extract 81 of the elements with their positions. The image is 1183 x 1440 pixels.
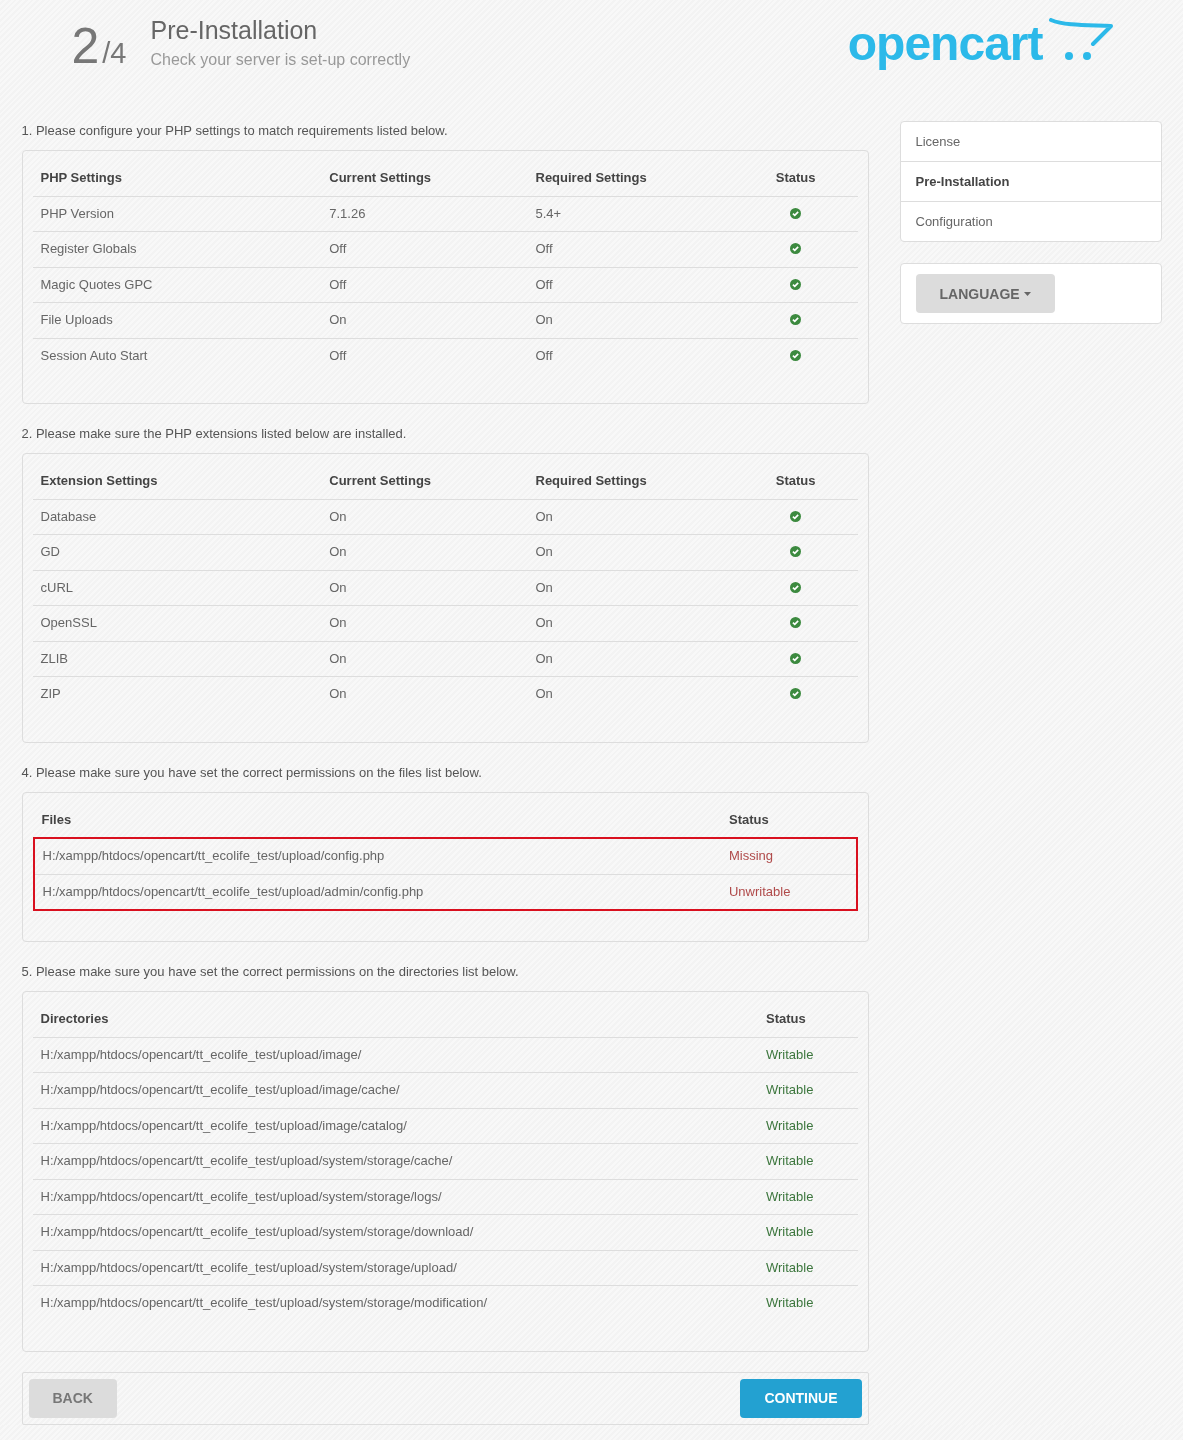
column-header: Required Settings [527, 161, 734, 196]
table-cell: On [527, 499, 734, 535]
table-cell: H:/xampp/htdocs/opencart/tt_ecolife_test/upload/system/storage/upload/ [32, 1250, 758, 1286]
column-header: Directories [32, 1002, 758, 1037]
table-cell: H:/xampp/htdocs/opencart/tt_ecolife_test/upload/image/ [32, 1037, 758, 1073]
status-label: Writable [765, 1153, 814, 1168]
column-header: Current Settings [321, 161, 528, 196]
table-cell: On [321, 641, 528, 677]
table-cell: cURL [32, 570, 322, 606]
table-cell: On [321, 302, 528, 338]
table-cell: On [527, 605, 734, 641]
instruction-text: 5. Please make sure you have set the correct permissions on the directories list below. [21, 963, 520, 981]
table-cell: H:/xampp/htdocs/opencart/tt_ecolife_test/upload/image/cache/ [32, 1072, 758, 1108]
table-cell: On [527, 570, 734, 606]
table-cell: On [321, 570, 528, 606]
table-cell: ZLIB [32, 641, 322, 677]
column-header: Status [721, 802, 857, 838]
column-header: Extension Settings [32, 464, 322, 499]
table-cell: H:/xampp/htdocs/opencart/tt_ecolife_test/upload/system/storage/logs/ [32, 1179, 758, 1215]
table-cell: ZIP [32, 676, 322, 712]
page-title: Pre-Installation [150, 15, 319, 46]
page-subtitle: Check your server is set-up correctly [150, 50, 411, 70]
continue-button[interactable]: CONTINUE [740, 1378, 862, 1418]
status-label: Unwritable [729, 883, 791, 899]
table-cell: Magic Quotes GPC [32, 267, 322, 303]
table-cell: On [527, 676, 734, 712]
column-header: Files [33, 802, 721, 838]
table-cell: On [321, 676, 528, 712]
status-label: Writable [765, 1295, 814, 1310]
status-label: Writable [765, 1082, 814, 1097]
step-total: /4 [102, 36, 127, 70]
table-cell: On [527, 534, 734, 570]
table-cell: On [321, 499, 528, 535]
instruction-text: 2. Please make sure the PHP extensions listed below are installed. [21, 425, 408, 443]
table-cell: OpenSSL [32, 605, 322, 641]
table-cell: Register Globals [32, 231, 322, 267]
table-cell: Off [527, 231, 734, 267]
column-header: Status [733, 464, 858, 499]
status-label: Missing [729, 848, 774, 863]
status-label: Writable [765, 1224, 814, 1239]
table-cell: PHP Version [32, 196, 322, 232]
step-number: 2 [71, 18, 100, 74]
table-cell: 5.4+ [527, 196, 734, 232]
table-cell: Database [32, 499, 322, 535]
table-cell: On [321, 534, 528, 570]
table-cell: On [527, 641, 734, 677]
column-header: PHP Settings [32, 161, 322, 196]
table-cell: H:/xampp/htdocs/opencart/tt_ecolife_test/upload/config.php [33, 838, 721, 874]
table-cell: H:/xampp/htdocs/opencart/tt_ecolife_test/upload/image/catalog/ [32, 1108, 758, 1144]
table-cell: Off [321, 338, 528, 373]
table-cell: H:/xampp/htdocs/opencart/tt_ecolife_test/upload/system/storage/modification/ [32, 1285, 758, 1321]
step-item: Configuration [900, 201, 1161, 241]
table-cell: On [527, 302, 734, 338]
table-cell: On [321, 605, 528, 641]
column-header: Status [733, 161, 858, 196]
table-cell: H:/xampp/htdocs/opencart/tt_ecolife_test/upload/system/storage/download/ [32, 1214, 758, 1250]
table-cell: File Uploads [32, 302, 322, 338]
caret-icon [1023, 291, 1031, 296]
table-cell: H:/xampp/htdocs/opencart/tt_ecolife_test/upload/system/storage/cache/ [32, 1143, 758, 1179]
column-header: Required Settings [527, 464, 734, 499]
table-cell: 7.1.26 [321, 196, 528, 232]
step-item: Pre-Installation [900, 161, 1161, 201]
table-cell: Off [527, 267, 734, 303]
table-cell: Off [321, 231, 528, 267]
column-header: Current Settings [321, 464, 528, 499]
status-label: Writable [765, 1117, 814, 1133]
status-label: Writable [765, 1188, 814, 1204]
status-label: Writable [765, 1259, 814, 1275]
table-cell: GD [32, 534, 322, 570]
table-cell: Session Auto Start [32, 338, 322, 373]
table-cell: Off [321, 267, 528, 303]
instruction-text: 4. Please make sure you have set the correct permissions on the files list below. [21, 763, 483, 782]
instruction-text: 1. Please configure your PHP settings to match requirements listed below. [21, 122, 449, 140]
table-cell: H:/xampp/htdocs/opencart/tt_ecolife_test/upload/admin/config.php [33, 874, 721, 910]
logo-wordmark: opencart [847, 16, 1043, 72]
back-button[interactable]: BACK [28, 1378, 117, 1418]
step-item: License [914, 133, 962, 151]
language-button[interactable]: LANGUAGE [915, 274, 1055, 313]
status-label: Writable [765, 1046, 814, 1062]
table-cell: Off [527, 338, 734, 373]
column-header: Status [757, 1002, 858, 1037]
